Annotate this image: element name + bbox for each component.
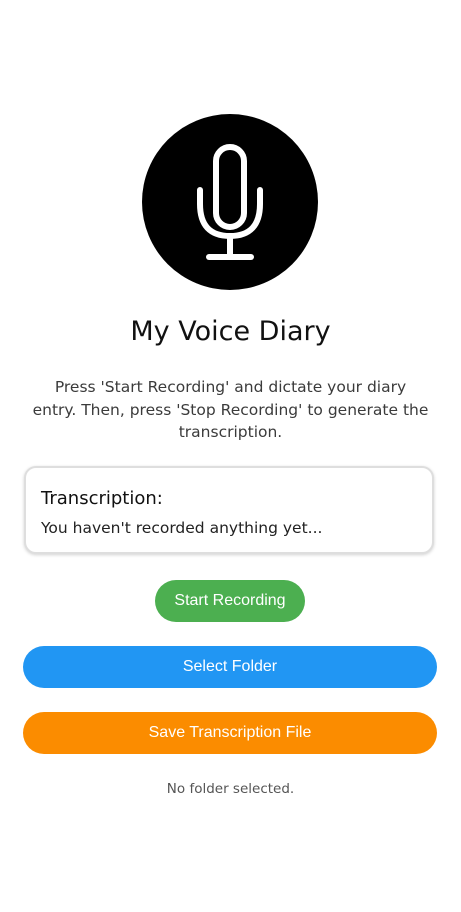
start-recording-button[interactable]: Start Recording bbox=[155, 580, 305, 622]
save-transcription-button[interactable]: Save Transcription File bbox=[23, 712, 437, 754]
instructions-text: Press 'Start Recording' and dictate your… bbox=[32, 378, 429, 441]
transcription-card: Transcription: You haven't recorded anyt… bbox=[24, 466, 434, 554]
microphone-icon bbox=[197, 144, 263, 260]
select-folder-button[interactable]: Select Folder bbox=[23, 646, 437, 688]
app-logo bbox=[142, 114, 318, 290]
transcription-text: You haven't recorded anything yet... bbox=[41, 519, 323, 537]
page-title: My Voice Diary bbox=[130, 316, 331, 347]
folder-status-text: No folder selected. bbox=[166, 781, 295, 797]
transcription-heading: Transcription: bbox=[41, 488, 163, 509]
